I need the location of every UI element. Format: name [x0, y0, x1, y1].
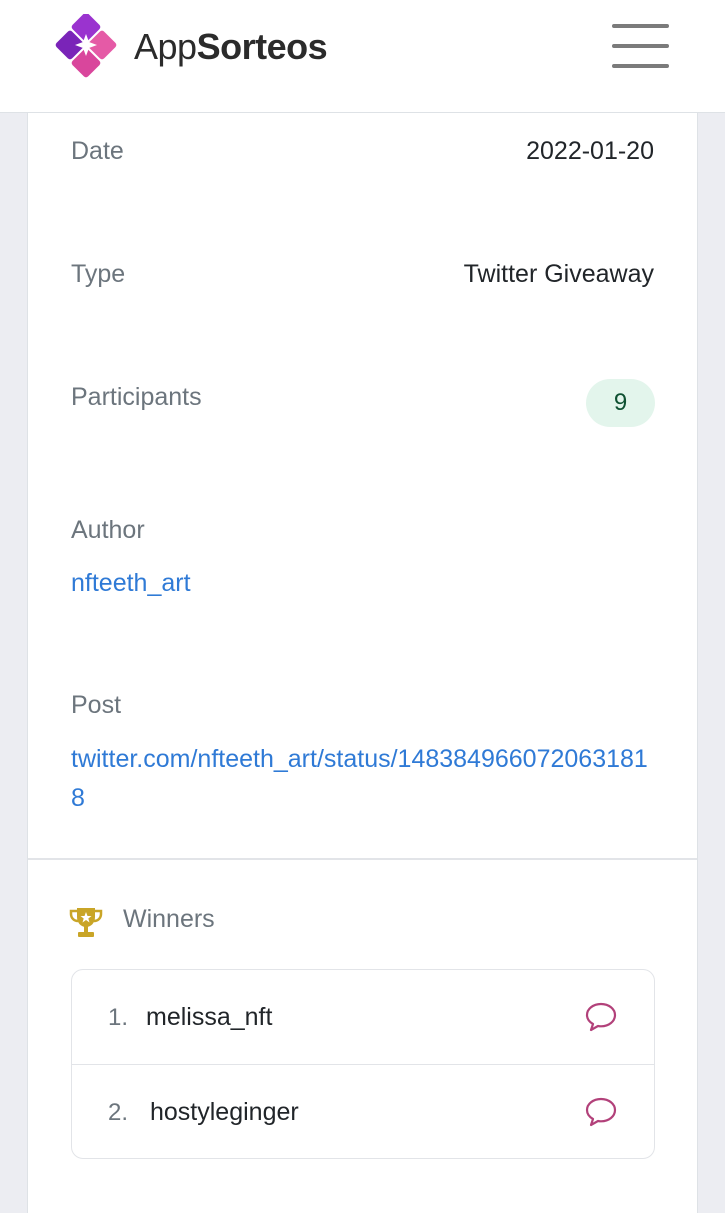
post-label: Post — [71, 691, 122, 719]
trophy-icon — [69, 908, 103, 937]
winner-rank: 2. — [108, 1099, 129, 1126]
comment-icon[interactable] — [584, 1001, 618, 1033]
type-value: Twitter Giveaway — [463, 260, 654, 288]
comment-icon[interactable] — [584, 1096, 618, 1128]
appsorteos-logo-icon[interactable] — [55, 14, 121, 80]
brand-name[interactable]: AppSorteos — [134, 26, 328, 68]
date-value: 2022-01-20 — [526, 137, 654, 165]
winners-title: Winners — [123, 905, 215, 933]
post-link[interactable]: twitter.com/nfteeth_art/status/148384966… — [71, 740, 661, 818]
participants-count-badge: 9 — [586, 379, 655, 427]
participants-label: Participants — [71, 383, 202, 411]
author-link[interactable]: nfteeth_art — [71, 569, 191, 598]
type-label: Type — [71, 260, 126, 288]
section-divider — [28, 858, 697, 860]
brand-name-part2: Sorteos — [196, 26, 328, 67]
date-label: Date — [71, 137, 124, 165]
winners-list: 1. melissa_nft 2. hostyleginger — [71, 969, 655, 1159]
brand-name-part1: App — [134, 26, 197, 67]
winner-rank: 1. — [108, 1004, 129, 1031]
winner-row: 1. melissa_nft — [72, 970, 654, 1065]
giveaway-details-card: Date 2022-01-20 Type Twitter Giveaway Pa… — [27, 113, 698, 1213]
app-header: AppSorteos — [0, 0, 725, 113]
author-label: Author — [71, 516, 145, 544]
winner-name: hostyleginger — [150, 1098, 299, 1126]
winner-row: 2. hostyleginger — [72, 1065, 654, 1158]
hamburger-menu-icon[interactable] — [612, 24, 670, 68]
winner-name: melissa_nft — [146, 1003, 273, 1031]
